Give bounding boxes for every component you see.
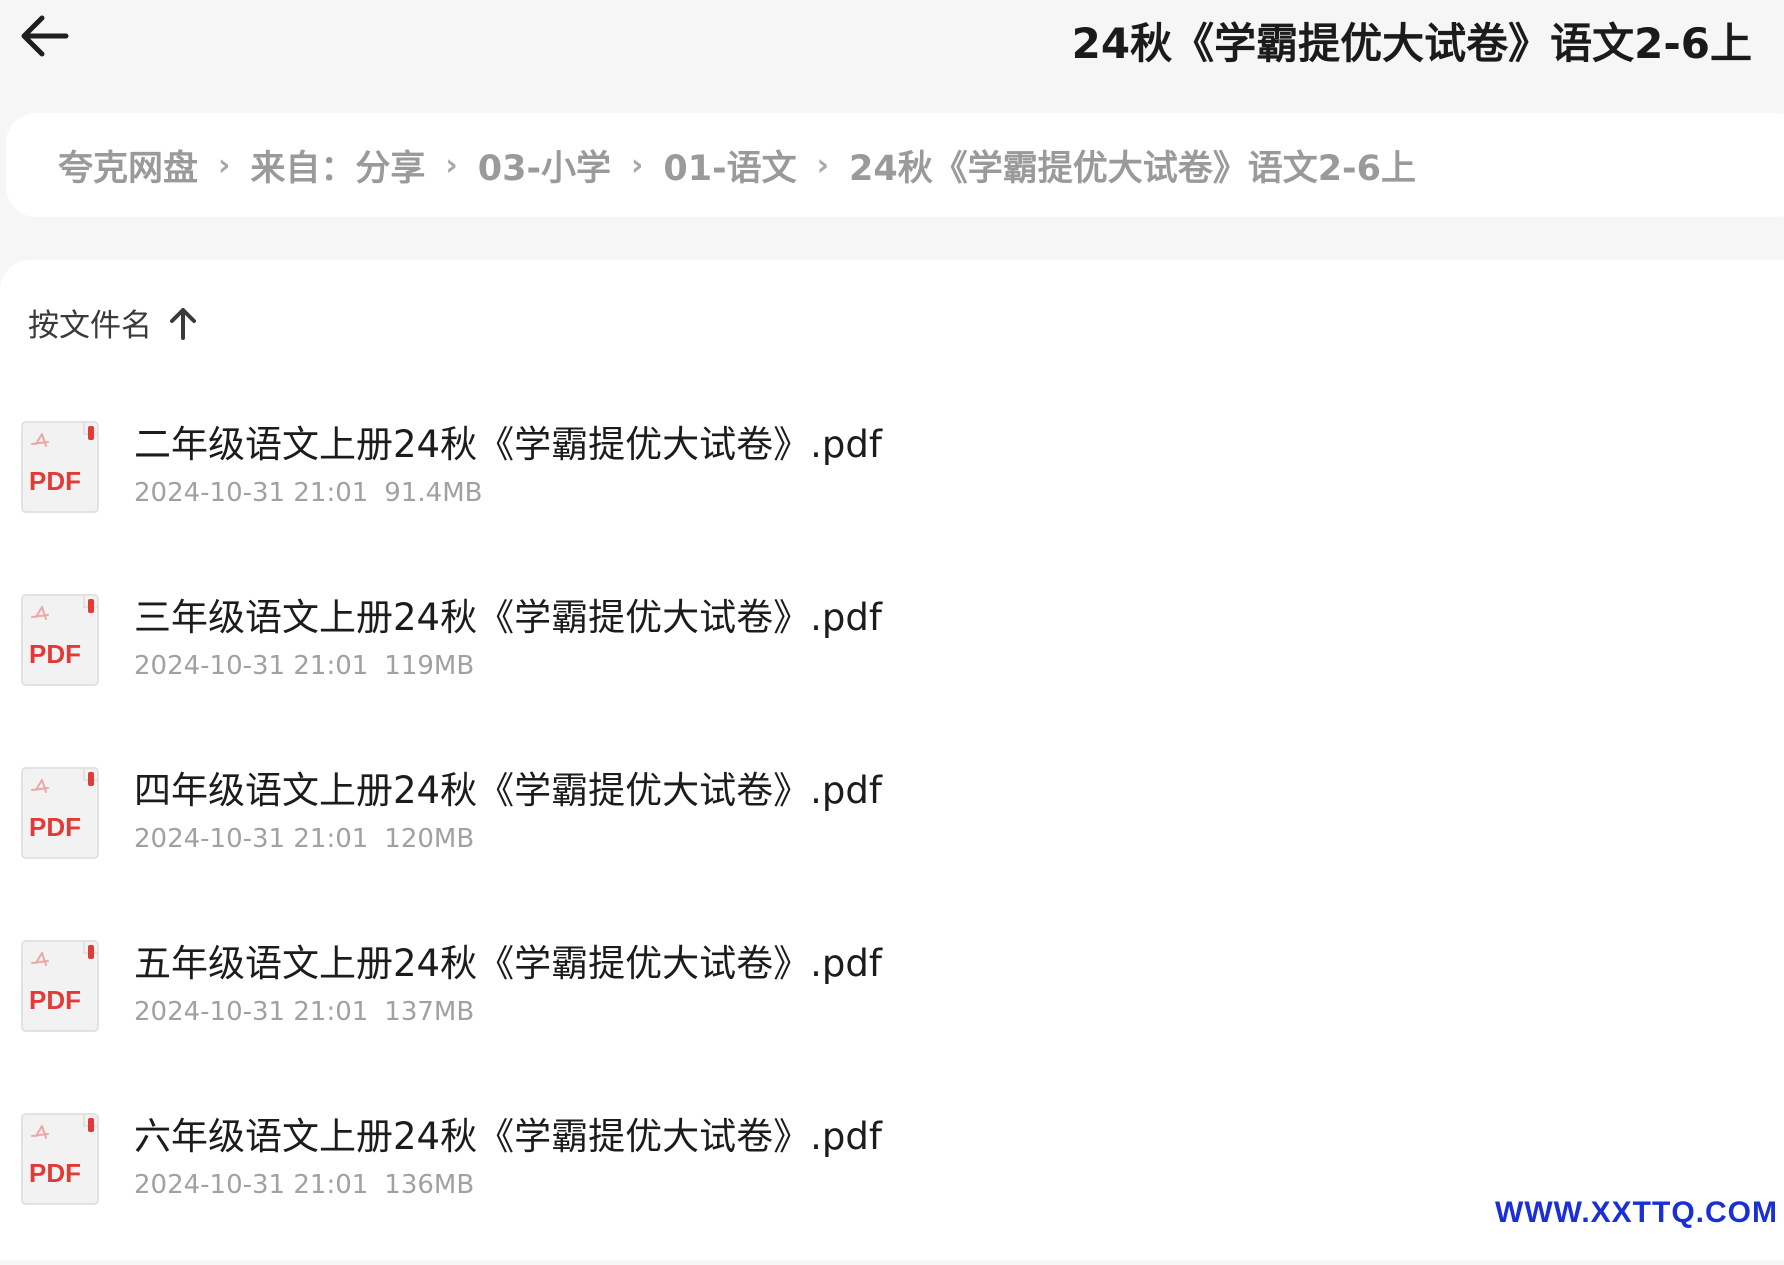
- file-size: 119MB: [384, 651, 475, 681]
- pdf-file-icon: PDF: [21, 940, 99, 1032]
- file-meta: 2024-10-31 21:01 137MB: [134, 997, 474, 1027]
- page-title: 24秋《学霸提优大试卷》语文2-6上: [1071, 19, 1752, 68]
- file-meta: 2024-10-31 21:01 119MB: [134, 651, 474, 681]
- file-name: 五年级语文上册24秋《学霸提优大试卷》.pdf: [134, 942, 882, 985]
- breadcrumb: 夸克网盘 › 来自：分享 › 03-小学 › 01-语文 › 24秋《学霸提优大…: [6, 113, 1784, 217]
- watermark: WWW.XXTTQ.COM: [1495, 1196, 1778, 1229]
- file-size: 91.4MB: [384, 478, 483, 508]
- pdf-file-icon: PDF: [21, 767, 99, 859]
- back-button[interactable]: [14, 6, 78, 66]
- pdf-label: PDF: [29, 466, 81, 496]
- breadcrumb-item-current[interactable]: 24秋《学霸提优大试卷》语文2-6上: [849, 140, 1416, 191]
- file-name: 二年级语文上册24秋《学霸提优大试卷》.pdf: [134, 423, 882, 466]
- arrow-left-icon: [21, 15, 69, 57]
- breadcrumb-separator: ›: [218, 147, 231, 183]
- file-row[interactable]: PDF 六年级语文上册24秋《学霸提优大试卷》.pdf 2024-10-31 2…: [0, 1092, 1784, 1265]
- file-size: 137MB: [384, 997, 475, 1027]
- breadcrumb-item-primary[interactable]: 03-小学: [478, 140, 611, 191]
- file-row[interactable]: PDF 五年级语文上册24秋《学霸提优大试卷》.pdf 2024-10-31 2…: [0, 919, 1784, 1092]
- pdf-file-icon: PDF: [21, 1113, 99, 1205]
- file-row[interactable]: PDF 二年级语文上册24秋《学霸提优大试卷》.pdf 2024-10-31 2…: [0, 400, 1784, 573]
- file-meta: 2024-10-31 21:01 120MB: [134, 824, 474, 854]
- file-list: PDF 二年级语文上册24秋《学霸提优大试卷》.pdf 2024-10-31 2…: [0, 400, 1784, 1265]
- pdf-file-icon: PDF: [21, 421, 99, 513]
- pdf-label: PDF: [29, 812, 81, 842]
- pdf-label: PDF: [29, 639, 81, 669]
- sort-label: 按文件名: [28, 308, 152, 344]
- file-size: 120MB: [384, 824, 475, 854]
- file-date: 2024-10-31 21:01: [134, 651, 369, 681]
- file-size: 136MB: [384, 1170, 475, 1200]
- file-date: 2024-10-31 21:01: [134, 478, 369, 508]
- arrow-up-icon: [170, 307, 196, 340]
- breadcrumb-separator: ›: [445, 147, 458, 183]
- pdf-label: PDF: [29, 985, 81, 1015]
- file-name: 三年级语文上册24秋《学霸提优大试卷》.pdf: [134, 596, 882, 639]
- breadcrumb-item-chinese[interactable]: 01-语文: [663, 140, 796, 191]
- file-meta: 2024-10-31 21:01 136MB: [134, 1170, 474, 1200]
- pdf-label: PDF: [29, 1158, 81, 1188]
- file-name: 六年级语文上册24秋《学霸提优大试卷》.pdf: [134, 1115, 882, 1158]
- breadcrumb-item-share[interactable]: 来自：分享: [250, 140, 425, 191]
- sort-by-name-button[interactable]: 按文件名: [28, 300, 198, 345]
- pdf-file-icon: PDF: [21, 594, 99, 686]
- breadcrumb-item-root[interactable]: 夸克网盘: [58, 140, 198, 191]
- top-bar: 24秋《学霸提优大试卷》语文2-6上: [0, 0, 1784, 110]
- file-date: 2024-10-31 21:01: [134, 824, 369, 854]
- file-list-panel: 按文件名 PDF 二年级语文上册24秋《学霸提优大试卷》.pdf 2024-10…: [0, 260, 1784, 1260]
- file-date: 2024-10-31 21:01: [134, 1170, 369, 1200]
- breadcrumb-separator: ›: [816, 147, 829, 183]
- file-meta: 2024-10-31 21:01 91.4MB: [134, 478, 482, 508]
- file-date: 2024-10-31 21:01: [134, 997, 369, 1027]
- file-row[interactable]: PDF 三年级语文上册24秋《学霸提优大试卷》.pdf 2024-10-31 2…: [0, 573, 1784, 746]
- file-row[interactable]: PDF 四年级语文上册24秋《学霸提优大试卷》.pdf 2024-10-31 2…: [0, 746, 1784, 919]
- file-name: 四年级语文上册24秋《学霸提优大试卷》.pdf: [134, 769, 882, 812]
- breadcrumb-separator: ›: [631, 147, 644, 183]
